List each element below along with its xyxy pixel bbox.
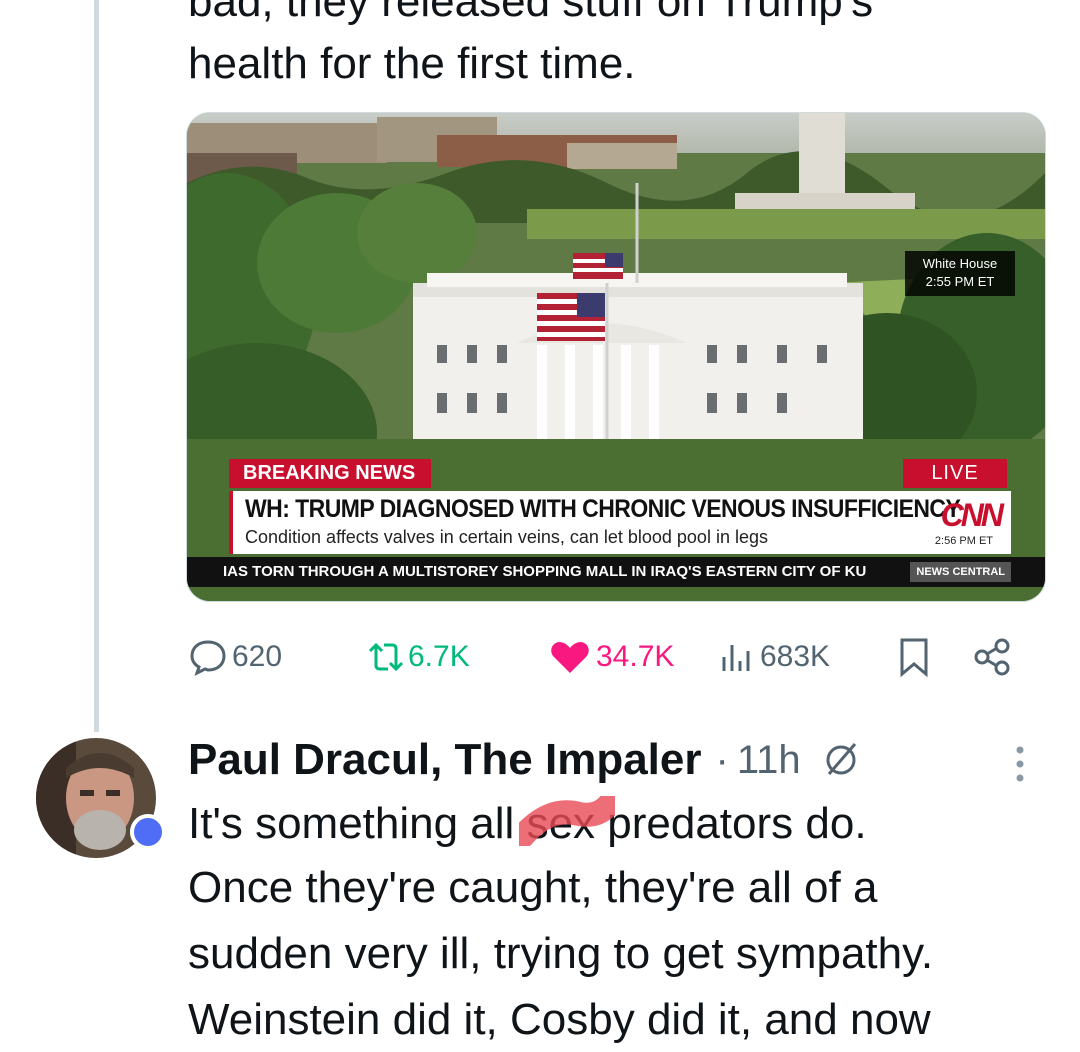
reply-text-line: It's something all sex predators do. bbox=[188, 792, 867, 856]
reply-text-line: Weinstein did it, Cosby did it, and now bbox=[188, 995, 931, 1044]
news-ticker: IAS TORN THROUGH A MULTISTOREY SHOPPING … bbox=[187, 557, 1045, 587]
bookmark-icon bbox=[900, 638, 928, 678]
news-subheadline: Condition affects valves in certain vein… bbox=[245, 527, 768, 547]
reply-timestamp[interactable]: 11h bbox=[737, 738, 801, 783]
reply-button[interactable]: 620 bbox=[188, 634, 282, 680]
status-indicator bbox=[130, 814, 166, 850]
reply-display-name[interactable]: Paul Dracul, The Impaler bbox=[188, 735, 702, 785]
location-tag-time: 2:55 PM ET bbox=[925, 274, 995, 289]
news-lower-third: WH: TRUMP DIAGNOSED WITH CHRONIC VENOUS … bbox=[229, 491, 1011, 554]
reply-header: Paul Dracul, The Impaler · 11h bbox=[188, 730, 861, 790]
network-logo: CNN bbox=[940, 497, 1004, 533]
header-separator: · bbox=[715, 737, 729, 782]
reply-text-segment: It's something all bbox=[188, 799, 527, 848]
breaking-news-label: BREAKING NEWS bbox=[229, 459, 432, 488]
view-count: 683K bbox=[760, 640, 831, 673]
live-label: LIVE bbox=[903, 459, 1007, 488]
ticker-source: NEWS CENTRAL bbox=[910, 562, 1011, 582]
reply-text-line: sudden very ill, trying to get sympathy. bbox=[188, 929, 934, 978]
views-icon bbox=[722, 645, 750, 671]
repost-button[interactable]: 6.7K bbox=[364, 634, 470, 680]
repost-icon bbox=[368, 642, 404, 672]
news-headline: WH: TRUMP DIAGNOSED WITH CHRONIC VENOUS … bbox=[245, 495, 961, 523]
reply-text-line: Once they're caught, they're all of a bbox=[188, 863, 878, 912]
tweet-text-line: health for the first time. bbox=[188, 39, 636, 88]
bookmark-button[interactable] bbox=[896, 634, 932, 680]
location-tag: White House 2:55 PM ET bbox=[905, 251, 1015, 296]
more-icon[interactable] bbox=[1010, 742, 1030, 786]
like-button[interactable]: 34.7K bbox=[548, 634, 674, 680]
network-time: 2:56 PM ET bbox=[934, 535, 993, 547]
redacted-word-text: sex bbox=[526, 799, 596, 848]
redacted-word: sex bbox=[518, 792, 615, 856]
reply-text-segment: predators do. bbox=[595, 799, 867, 848]
like-count: 34.7K bbox=[596, 640, 675, 673]
share-icon bbox=[974, 638, 1010, 676]
tweet-text-line: bad, they released stuff on Trump's bbox=[188, 0, 874, 26]
tweet-action-bar: 620 6.7K 34.7K 683K bbox=[188, 634, 1028, 680]
share-button[interactable] bbox=[972, 634, 1014, 680]
reply-count: 620 bbox=[232, 640, 283, 673]
mute-icon bbox=[826, 743, 856, 775]
thread-connector-line bbox=[94, 0, 99, 732]
repost-count: 6.7K bbox=[408, 640, 470, 673]
tweet-media-image[interactable]: White House 2:55 PM ET BREAKING NEWS LIV… bbox=[186, 112, 1046, 602]
reply-icon bbox=[190, 640, 226, 676]
views-button[interactable]: 683K bbox=[718, 634, 830, 680]
like-icon bbox=[551, 642, 589, 673]
location-tag-label: White House bbox=[922, 256, 998, 271]
ticker-text: IAS TORN THROUGH A MULTISTOREY SHOPPING … bbox=[223, 563, 867, 580]
